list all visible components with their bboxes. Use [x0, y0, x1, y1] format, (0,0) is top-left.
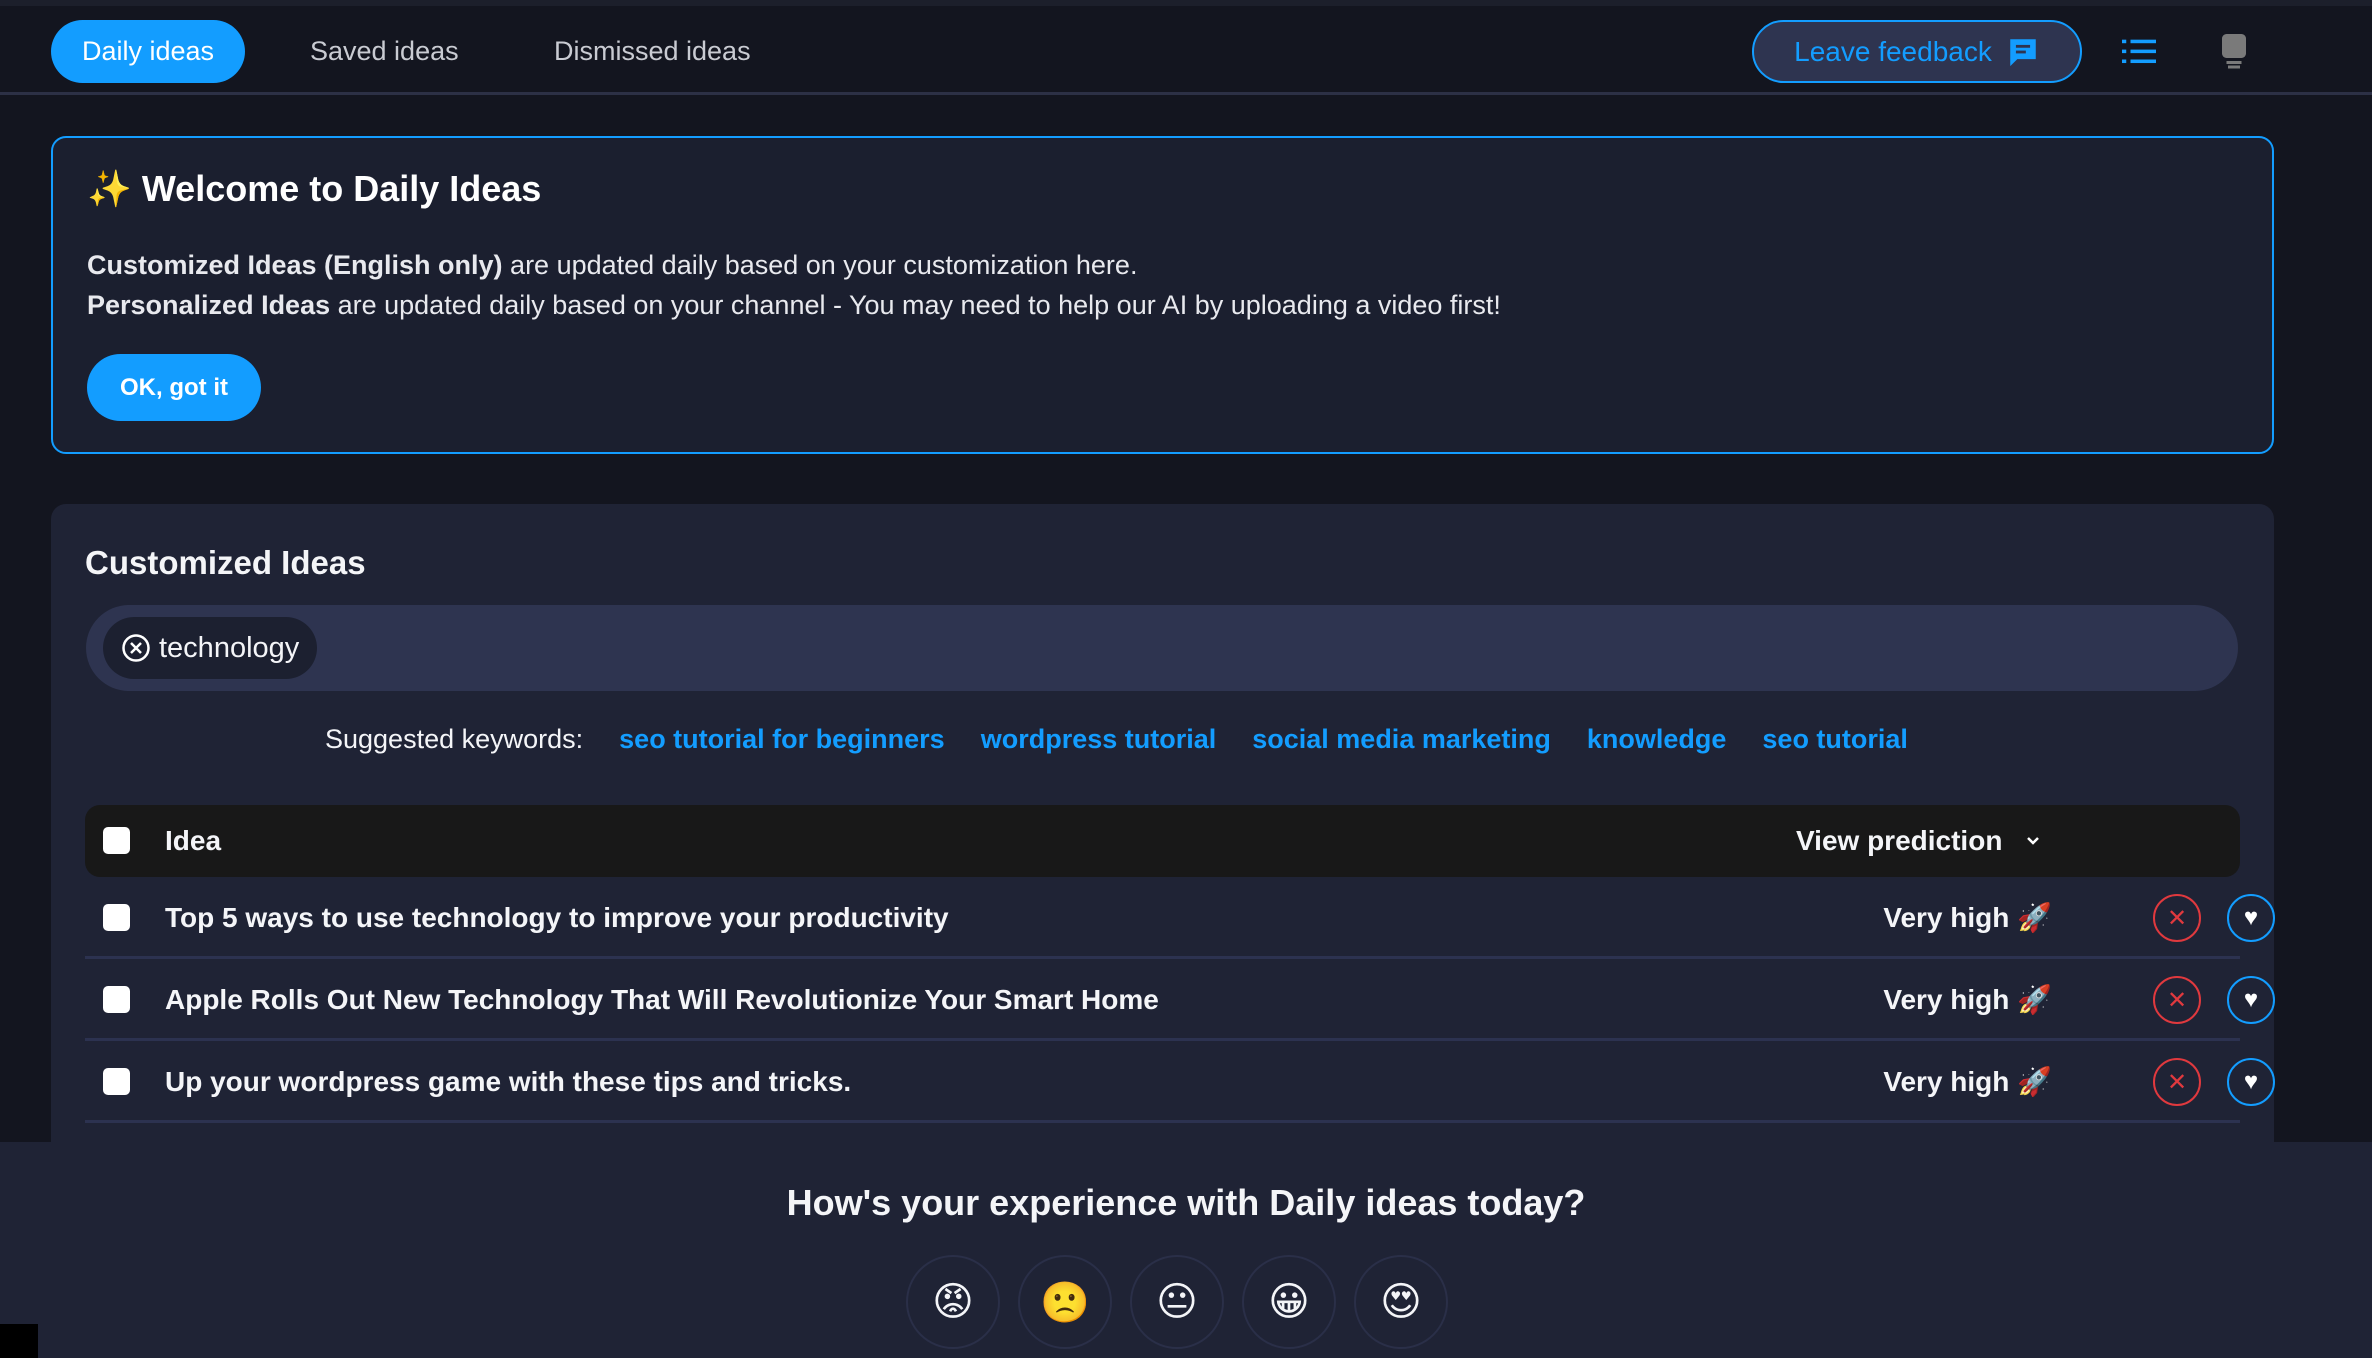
device-icon[interactable]: [2218, 34, 2250, 70]
remove-chip-icon[interactable]: [121, 633, 151, 663]
prediction-value: Very high 🚀: [1883, 1066, 2052, 1097]
save-heart-button[interactable]: ♥: [2227, 976, 2275, 1024]
table-row: Top 5 ways to use technology to improve …: [85, 877, 2275, 959]
corner-widget: [0, 1324, 38, 1358]
welcome-title: Welcome to Daily Ideas: [141, 168, 542, 209]
suggested-keyword[interactable]: wordpress tutorial: [981, 724, 1217, 755]
leave-feedback-button[interactable]: Leave feedback: [1752, 20, 2082, 83]
suggested-keywords: Suggested keywords: seo tutorial for beg…: [325, 724, 1908, 755]
section-title: Customized Ideas: [85, 544, 366, 581]
dismiss-button[interactable]: ✕: [2153, 1058, 2201, 1106]
survey-question: How's your experience with Daily ideas t…: [786, 1182, 1586, 1223]
row-checkbox[interactable]: [103, 904, 130, 931]
feedback-label: Leave feedback: [1794, 35, 1992, 67]
customized-ideas-label: Customized Ideas (English only): [87, 250, 503, 280]
emoji-love-button[interactable]: 😍: [1354, 1255, 1448, 1349]
suggested-label: Suggested keywords:: [325, 724, 584, 754]
welcome-banner: ✨ Welcome to Daily Ideas Customized Idea…: [51, 136, 2274, 454]
save-heart-button[interactable]: ♥: [2227, 894, 2275, 942]
tab-dismissed-ideas[interactable]: Dismissed ideas: [554, 20, 751, 83]
emoji-sad-button[interactable]: 🙁: [1018, 1255, 1112, 1349]
list-icon[interactable]: [2122, 36, 2156, 66]
suggested-keyword[interactable]: seo tutorial: [1762, 724, 1908, 755]
save-heart-button[interactable]: ♥: [2227, 1058, 2275, 1106]
personalized-ideas-label: Personalized Ideas: [87, 290, 331, 320]
tab-daily-ideas[interactable]: Daily ideas: [51, 20, 246, 83]
prediction-value: Very high 🚀: [1883, 984, 2052, 1015]
emoji-angry-button[interactable]: 😡: [906, 1255, 1000, 1349]
sparkles-icon: ✨: [87, 168, 132, 209]
emoji-happy-button[interactable]: 😀: [1242, 1255, 1336, 1349]
customized-ideas-card: Customized Ideas technology Suggested ke…: [51, 504, 2275, 1204]
emoji-neutral-button[interactable]: 😐: [1130, 1255, 1224, 1349]
keyword-input[interactable]: technology: [86, 605, 2238, 691]
row-checkbox[interactable]: [103, 1068, 130, 1095]
suggested-keyword[interactable]: seo tutorial for beginners: [619, 724, 945, 755]
suggested-keyword[interactable]: social media marketing: [1252, 724, 1551, 755]
row-checkbox[interactable]: [103, 986, 130, 1013]
ok-got-it-button[interactable]: OK, got it: [87, 354, 261, 421]
select-all-checkbox[interactable]: [103, 827, 130, 854]
idea-title: Top 5 ways to use technology to improve …: [165, 902, 949, 933]
idea-title: Up your wordpress game with these tips a…: [165, 1066, 852, 1097]
chat-icon: [2010, 38, 2036, 66]
chip-label: technology: [159, 631, 300, 664]
dismiss-button[interactable]: ✕: [2153, 894, 2201, 942]
top-nav: Daily ideas Saved ideas Dismissed ideas …: [0, 0, 2372, 95]
tab-saved-ideas[interactable]: Saved ideas: [310, 20, 459, 83]
experience-survey: How's your experience with Daily ideas t…: [0, 1142, 2372, 1358]
prediction-value: Very high 🚀: [1883, 902, 2052, 933]
table-row: Apple Rolls Out New Technology That Will…: [85, 959, 2275, 1041]
chevron-down-icon: [2027, 837, 2040, 845]
table-row: Up your wordpress game with these tips a…: [85, 1041, 2275, 1123]
line1-text: are updated daily based on your customiz…: [502, 250, 1138, 280]
idea-title: Apple Rolls Out New Technology That Will…: [165, 984, 1159, 1015]
idea-column-header: Idea: [165, 825, 222, 856]
welcome-line-2: Personalized Ideas are updated daily bas…: [87, 290, 1501, 321]
table-header: Idea View prediction: [85, 805, 2240, 877]
suggested-keyword[interactable]: knowledge: [1587, 724, 1727, 755]
view-prediction-dropdown[interactable]: View prediction: [1796, 805, 2042, 877]
line2-text: are updated daily based on your channel …: [330, 290, 1501, 320]
prediction-header-label: View prediction: [1796, 825, 2003, 856]
dismiss-button[interactable]: ✕: [2153, 976, 2201, 1024]
keyword-chip[interactable]: technology: [103, 617, 318, 679]
welcome-line-1: Customized Ideas (English only) are upda…: [87, 250, 1137, 281]
